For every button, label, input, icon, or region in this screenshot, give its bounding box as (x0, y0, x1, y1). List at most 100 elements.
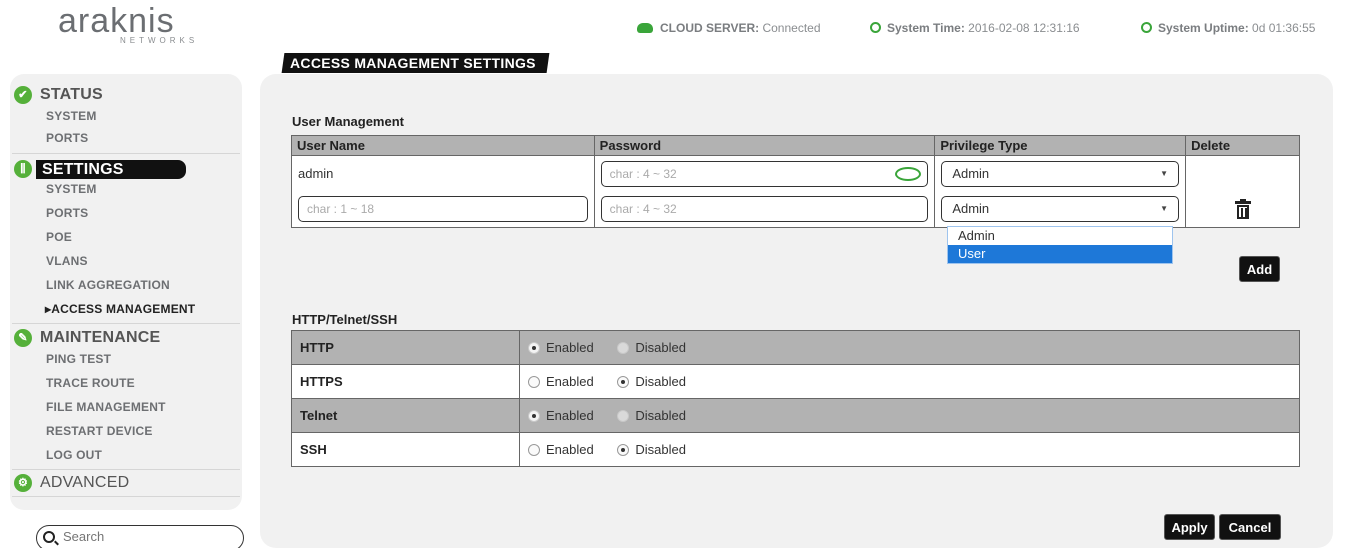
clock-icon (1141, 22, 1152, 34)
sidebar-item-settings-ports[interactable]: PORTS (46, 206, 88, 220)
sidebar-item-trace-route[interactable]: TRACE ROUTE (46, 376, 135, 390)
cloud-status: CLOUD SERVER: Connected (637, 21, 821, 35)
username-cell: admin (291, 155, 595, 192)
search-box[interactable] (36, 525, 244, 548)
radio-enabled[interactable]: Enabled (528, 374, 594, 389)
table-header-row: User Name Password Privilege Type Delete (291, 135, 1300, 156)
radio-on-icon (617, 443, 630, 456)
uptime-label: System Uptime: (1158, 21, 1249, 35)
radio-off-icon (528, 375, 540, 388)
protocols-table: HTTP Enabled Disabled HTTPS Enabled Disa… (291, 330, 1300, 467)
cloud-label: CLOUD SERVER: (660, 21, 760, 35)
cloud-icon (637, 22, 653, 33)
radio-on-icon (528, 341, 540, 354)
sidebar-item-file-management[interactable]: FILE MANAGEMENT (46, 400, 166, 414)
sidebar-section-label: SETTINGS (36, 160, 186, 179)
system-uptime: System Uptime: 0d 01:36:55 (1141, 21, 1315, 35)
privilege-select[interactable]: Admin ▼ (941, 196, 1180, 223)
privilege-cell: Admin ▼ (934, 155, 1187, 192)
delete-cell (1185, 155, 1300, 192)
column-header-privilege-type: Privilege Type (934, 135, 1187, 156)
gear-icon: ⚙ (14, 474, 32, 492)
radio-off-icon (617, 341, 630, 354)
cancel-button[interactable]: Cancel (1219, 514, 1281, 540)
user-management-title: User Management (292, 114, 404, 129)
add-button[interactable]: Add (1239, 256, 1280, 282)
eye-icon[interactable] (895, 166, 922, 181)
radio-disabled[interactable]: Disabled (617, 408, 686, 423)
privilege-select-value: Admin (952, 201, 990, 217)
radio-disabled[interactable]: Disabled (617, 442, 686, 457)
privilege-select[interactable]: Admin ▼ (941, 160, 1180, 187)
chevron-down-icon: ▼ (1160, 204, 1169, 214)
radio-enabled-label: Enabled (546, 340, 594, 355)
table-row: HTTP Enabled Disabled (291, 330, 1300, 365)
sidebar-item-status-ports[interactable]: PORTS (46, 131, 88, 145)
username-field[interactable]: char : 1 ~ 18 (298, 196, 588, 223)
sidebar-item-log-out[interactable]: LOG OUT (46, 448, 102, 462)
cloud-value: Connected (762, 21, 821, 35)
time-label: System Time: (887, 21, 965, 35)
protocol-options: Enabled Disabled (519, 330, 1300, 365)
user-management-table: User Name Password Privilege Type Delete… (291, 135, 1300, 228)
sidebar-item-restart-device[interactable]: RESTART DEVICE (46, 424, 153, 438)
dropdown-option-admin[interactable]: Admin (948, 227, 1172, 245)
password-placeholder: char : 4 ~ 32 (609, 202, 677, 217)
radio-enabled[interactable]: Enabled (528, 408, 594, 423)
radio-on-icon (528, 409, 540, 422)
username-placeholder: char : 1 ~ 18 (307, 202, 375, 217)
password-cell: char : 4 ~ 32 (593, 155, 936, 192)
sidebar-item-poe[interactable]: POE (46, 230, 72, 244)
protocol-name-https: HTTPS (291, 364, 520, 399)
radio-enabled[interactable]: Enabled (528, 442, 594, 457)
status-bar: CLOUD SERVER: Connected System Time: 201… (0, 21, 1351, 39)
sidebar-section-label: ADVANCED (40, 474, 130, 491)
divider (12, 323, 240, 324)
password-field[interactable]: char : 4 ~ 32 (600, 196, 929, 223)
radio-disabled-label: Disabled (635, 374, 686, 389)
privilege-cell: Admin ▼ (934, 191, 1187, 228)
page-title-text: ACCESS MANAGEMENT SETTINGS (290, 55, 536, 71)
delete-cell (1185, 191, 1300, 228)
sidebar-item-link-aggregation[interactable]: LINK AGGREGATION (46, 278, 170, 292)
sliders-icon: ⫼ (14, 160, 32, 178)
search-icon (43, 531, 55, 543)
password-field[interactable]: char : 4 ~ 32 (600, 160, 929, 187)
chevron-down-icon: ▼ (1160, 168, 1169, 178)
table-row: char : 1 ~ 18 char : 4 ~ 32 Admin ▼ (291, 191, 1300, 228)
sidebar-item-ping-test[interactable]: PING TEST (46, 352, 111, 366)
sidebar (10, 74, 242, 510)
radio-enabled[interactable]: Enabled (528, 340, 594, 355)
radio-enabled-label: Enabled (546, 374, 594, 389)
table-row: HTTPS Enabled Disabled (291, 364, 1300, 399)
trash-icon[interactable] (1234, 199, 1251, 220)
radio-disabled[interactable]: Disabled (617, 340, 686, 355)
clock-icon (870, 22, 881, 34)
time-value: 2016-02-08 12:31:16 (968, 21, 1080, 35)
sidebar-item-settings-system[interactable]: SYSTEM (46, 182, 97, 196)
protocols-title: HTTP/Telnet/SSH (292, 312, 398, 327)
sidebar-item-status-system[interactable]: SYSTEM (46, 109, 97, 123)
protocol-name-http: HTTP (291, 330, 520, 365)
privilege-dropdown-list[interactable]: Admin User (947, 226, 1173, 264)
radio-on-icon (617, 375, 630, 388)
sidebar-item-vlans[interactable]: VLANS (46, 254, 88, 268)
table-row: Telnet Enabled Disabled (291, 398, 1300, 433)
password-cell: char : 4 ~ 32 (593, 191, 936, 228)
system-time: System Time: 2016-02-08 12:31:16 (870, 21, 1080, 35)
protocol-options: Enabled Disabled (519, 364, 1300, 399)
table-row: admin char : 4 ~ 32 Admin ▼ (291, 155, 1300, 192)
search-input[interactable] (63, 529, 233, 544)
sidebar-section-label: MAINTENANCE (40, 329, 161, 346)
divider (12, 496, 240, 497)
radio-disabled[interactable]: Disabled (617, 374, 686, 389)
dropdown-option-user[interactable]: User (948, 245, 1172, 263)
uptime-value: 0d 01:36:55 (1252, 21, 1316, 35)
column-header-user-name: User Name (291, 135, 595, 156)
table-row: SSH Enabled Disabled (291, 432, 1300, 467)
check-icon: ✔ (14, 86, 32, 104)
apply-button[interactable]: Apply (1164, 514, 1215, 540)
radio-disabled-label: Disabled (635, 442, 686, 457)
radio-off-icon (528, 443, 540, 456)
sidebar-item-access-management[interactable]: ▸ACCESS MANAGEMENT (45, 302, 195, 316)
